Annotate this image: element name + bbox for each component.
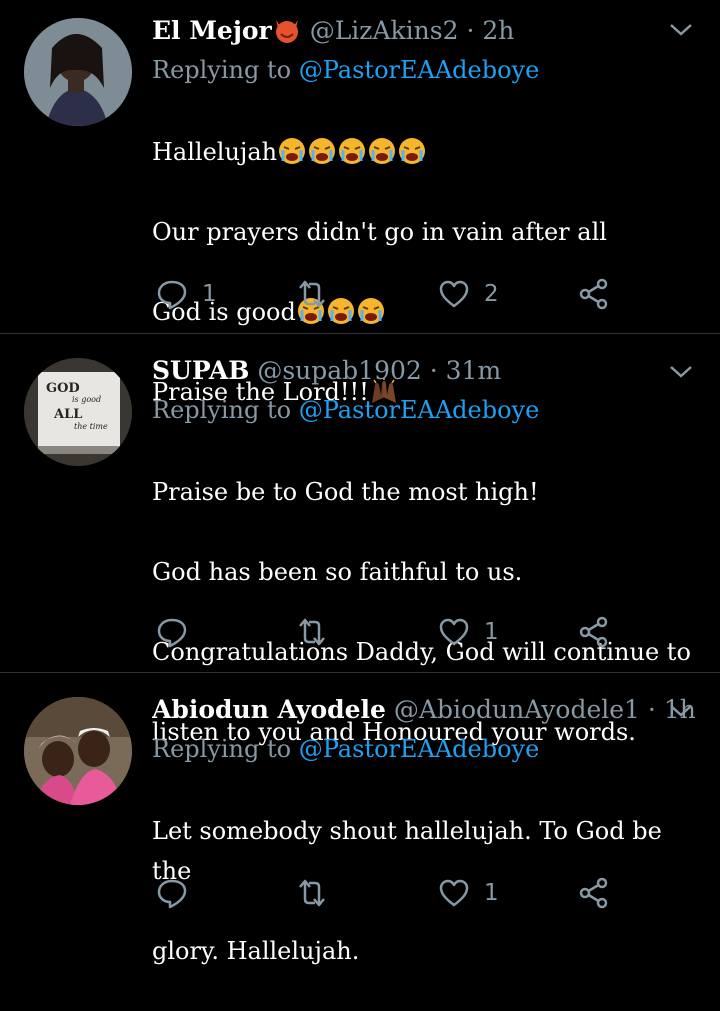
like-button[interactable]: 1 [438, 873, 499, 913]
share-button[interactable] [578, 612, 610, 652]
profile-photo-icon [24, 18, 132, 126]
avatar[interactable] [24, 18, 132, 126]
separator-dot: · [466, 16, 475, 45]
chevron-down-icon[interactable] [668, 358, 694, 384]
user-handle[interactable]: @AbiodunAyodele1 [394, 695, 640, 724]
svg-text:GOD: GOD [46, 381, 80, 396]
tweet-header: Abiodun Ayodele @AbiodunAyodele1 · 1h [152, 693, 700, 727]
separator-dot: · [647, 695, 656, 724]
replying-prefix: Replying to [152, 396, 292, 424]
replying-to: Replying to @PastorEAAdeboye [152, 52, 700, 88]
heart-icon [439, 879, 469, 907]
like-count: 1 [484, 880, 499, 906]
mention-link[interactable]: @PastorEAAdeboye [299, 735, 540, 763]
svg-text:is good: is good [72, 395, 101, 404]
share-icon [579, 616, 608, 648]
heart-icon [439, 618, 469, 646]
retweet-button[interactable] [296, 274, 342, 314]
tweet-line: Praise be to God the most high! [152, 478, 539, 506]
devil-emoji-icon [272, 16, 302, 45]
avatar[interactable]: GOD is good ALL the time [24, 358, 132, 466]
tweet-actions: 1 [152, 612, 622, 652]
separator-dot: · [429, 356, 438, 385]
reply-icon [157, 879, 187, 909]
chevron-down-icon[interactable] [668, 697, 694, 723]
tweet-line: God has been so faithful to us. [152, 558, 523, 586]
replying-prefix: Replying to [152, 735, 292, 763]
tweet-header: SUPAB @supab1902 · 31m [152, 354, 700, 388]
display-name[interactable]: SUPAB [152, 356, 249, 385]
replying-to: Replying to @PastorEAAdeboye [152, 731, 700, 767]
user-handle[interactable]: @supab1902 [257, 356, 421, 385]
share-icon [579, 278, 608, 310]
replying-prefix: Replying to [152, 56, 292, 84]
profile-photo-icon: GOD is good ALL the time [24, 358, 132, 466]
tweet-3[interactable]: Abiodun Ayodele @AbiodunAyodele1 · 1h Re… [0, 673, 720, 965]
mention-link[interactable]: @PastorEAAdeboye [299, 56, 540, 84]
share-button[interactable] [578, 274, 610, 314]
mention-link[interactable]: @PastorEAAdeboye [299, 396, 540, 424]
retweet-icon [299, 618, 325, 646]
tweet-1[interactable]: El Mejor @LizAkins2 · 2h Replying to @Pa… [0, 0, 720, 406]
svg-text:ALL: ALL [53, 407, 82, 422]
replying-to: Replying to @PastorEAAdeboye [152, 392, 700, 428]
tweet-2[interactable]: GOD is good ALL the time SUPAB @supab190… [0, 334, 720, 746]
sob-emoji-icon [277, 138, 427, 166]
display-name[interactable]: El Mejor [152, 16, 272, 45]
reply-button[interactable] [156, 873, 202, 913]
reply-count: 1 [202, 281, 217, 307]
tweet-line: Our prayers didn't go in vain after all [152, 218, 607, 246]
reply-icon [157, 280, 187, 310]
display-name[interactable]: Abiodun Ayodele [152, 695, 386, 724]
timestamp[interactable]: 31m [446, 356, 502, 385]
user-handle[interactable]: @LizAkins2 [310, 16, 459, 45]
heart-icon [439, 280, 469, 308]
retweet-button[interactable] [296, 612, 342, 652]
like-count: 2 [484, 281, 499, 307]
tweet-line: Hallelujah [152, 132, 700, 172]
retweet-icon [299, 879, 325, 907]
tweet-actions: 1 2 [152, 274, 622, 314]
chevron-down-icon[interactable] [668, 16, 694, 42]
like-button[interactable]: 1 [438, 612, 499, 652]
share-icon [579, 877, 608, 909]
timestamp[interactable]: 2h [482, 16, 514, 45]
svg-text:the time: the time [74, 422, 108, 431]
like-button[interactable]: 2 [438, 274, 499, 314]
retweet-icon [299, 280, 325, 308]
tweet-header: El Mejor @LizAkins2 · 2h [152, 14, 700, 48]
share-button[interactable] [578, 873, 610, 913]
avatar[interactable] [24, 697, 132, 805]
retweet-button[interactable] [296, 873, 342, 913]
reply-button[interactable] [156, 612, 202, 652]
tweet-actions: 1 [152, 873, 622, 913]
reply-icon [157, 618, 187, 648]
like-count: 1 [484, 619, 499, 645]
tweet-line: glory. Hallelujah. [152, 937, 360, 965]
profile-photo-icon [24, 697, 132, 805]
reply-button[interactable]: 1 [156, 274, 217, 314]
